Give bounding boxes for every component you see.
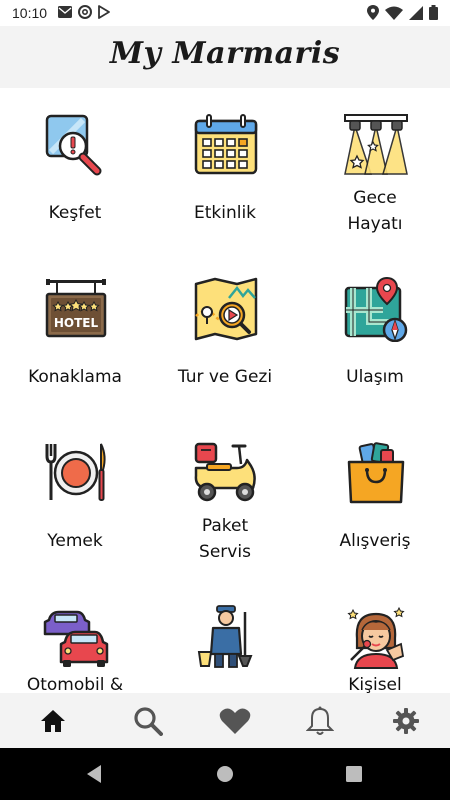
tile-label: Paket Servis [199, 516, 251, 562]
tile-etkinlik[interactable]: Etkinlik [150, 88, 300, 252]
bell-icon [306, 706, 334, 735]
gear-icon [393, 708, 419, 734]
magnifier-alert-icon [45, 114, 102, 176]
route-map-icon [344, 276, 408, 342]
nav-search[interactable] [131, 704, 165, 738]
nav-favorites[interactable] [218, 704, 252, 738]
at-sign-icon [78, 5, 92, 19]
tile-label: Ulaşım [346, 367, 404, 387]
tile-label: Tur ve Gezi [177, 367, 273, 387]
svg-text:HOTEL: HOTEL [54, 316, 99, 330]
tile-cleaner[interactable] [150, 580, 300, 693]
hotel-sign-icon: HOTEL [45, 279, 107, 338]
nav-settings[interactable] [389, 704, 423, 738]
location-icon [367, 5, 379, 20]
tile-paket-servis[interactable]: Paket Servis [150, 416, 300, 580]
tile-alisveris[interactable]: Alışveriş [300, 416, 450, 580]
system-nav-bar [0, 748, 450, 800]
page-title: My Marmaris [109, 36, 341, 71]
tile-konaklama[interactable]: HOTEL Konaklama [0, 252, 150, 416]
play-store-icon [98, 5, 110, 19]
tile-label: Konaklama [28, 367, 122, 387]
calendar-icon [194, 114, 258, 175]
search-icon [134, 707, 163, 736]
stage-lights-icon [344, 114, 408, 175]
tile-kesfet[interactable]: Keşfet [0, 88, 150, 252]
tile-yemek[interactable]: Yemek [0, 416, 150, 580]
bottom-nav [0, 693, 450, 748]
plate-cutlery-icon [45, 443, 106, 501]
back-icon[interactable] [83, 762, 107, 786]
nav-home[interactable] [36, 704, 70, 738]
home-icon [41, 710, 65, 732]
tile-label: Gece Hayatı [347, 188, 403, 234]
cleaner-worker-icon [197, 605, 253, 668]
wifi-icon [385, 6, 403, 20]
tile-label: Etkinlik [193, 203, 257, 223]
delivery-scooter-icon [194, 442, 256, 502]
status-bar: 10:10 [0, 0, 450, 26]
cars-icon [43, 610, 109, 667]
home-button-icon[interactable] [213, 762, 237, 786]
heart-icon [219, 708, 251, 734]
tile-gece-hayati[interactable]: Gece Hayatı [300, 88, 450, 252]
battery-icon [429, 5, 438, 20]
category-grid[interactable]: Keşfet Etkinlik Gece Hayatı HOTEL Konakl… [0, 88, 450, 693]
map-video-icon [194, 277, 258, 341]
app-header: My Marmaris [0, 26, 450, 88]
status-time: 10:10 [12, 5, 48, 21]
signal-icon [409, 5, 423, 20]
mail-icon [58, 6, 72, 18]
tile-label: Otomobil & [26, 675, 124, 693]
tile-kisisel[interactable]: Kişisel [300, 580, 450, 693]
tile-label: Kişisel [348, 675, 402, 693]
beauty-woman-icon [347, 606, 405, 669]
shopping-bag-icon [347, 442, 405, 504]
tile-label: Alışveriş [339, 531, 411, 551]
recents-icon[interactable] [342, 762, 366, 786]
nav-notifications[interactable] [303, 704, 337, 738]
tile-otomobil[interactable]: Otomobil & [0, 580, 150, 693]
tile-label: Keşfet [48, 203, 102, 223]
tile-ulasim[interactable]: Ulaşım [300, 252, 450, 416]
tile-label: Yemek [47, 531, 103, 551]
tile-tur-ve-gezi[interactable]: Tur ve Gezi [150, 252, 300, 416]
